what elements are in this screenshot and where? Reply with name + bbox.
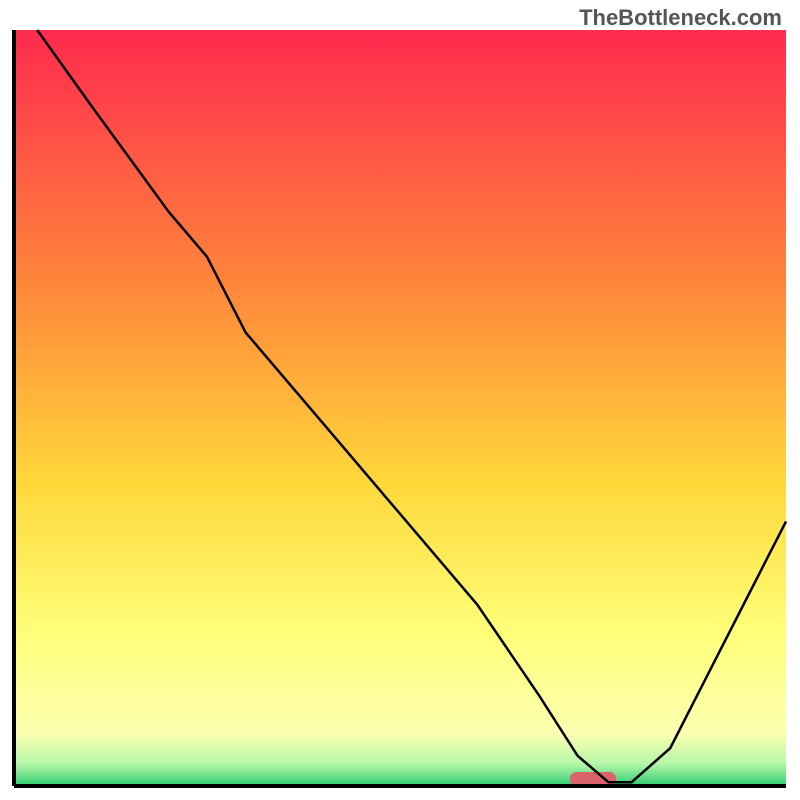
bottleneck-chart	[0, 0, 800, 800]
optimal-marker	[570, 772, 616, 786]
chart-container: TheBottleneck.com	[0, 0, 800, 800]
plot-background	[14, 30, 786, 786]
watermark-text: TheBottleneck.com	[579, 5, 782, 31]
